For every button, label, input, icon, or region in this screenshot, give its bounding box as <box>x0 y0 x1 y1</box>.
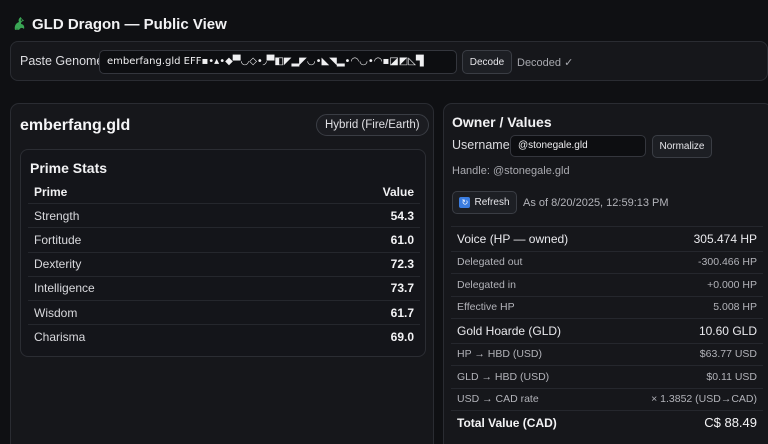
value-amount: -300.466 HP <box>698 256 757 269</box>
value-label: USD → CAD rate <box>457 393 539 406</box>
stat-value: 72.3 <box>390 257 414 272</box>
value-label: Voice (HP — owned) <box>457 231 569 246</box>
genome-label: Paste Genome <box>20 54 104 68</box>
values-list: Voice (HP — owned) 305.474 HP Delegated … <box>451 226 763 435</box>
stats-title: Prime Stats <box>30 160 108 176</box>
dragon-card: emberfang.gld Hybrid (Fire/Earth) Prime … <box>10 103 434 444</box>
table-row: Intelligence 73.7 <box>28 277 420 301</box>
as-of-timestamp: As of 8/20/2025, 12:59:13 PM <box>523 197 669 209</box>
dragon-icon <box>14 17 25 30</box>
list-item: HP → HBD (USD) $63.77 USD <box>451 342 763 366</box>
value-amount: +0.000 HP <box>707 278 757 291</box>
value-amount: $63.77 USD <box>699 348 757 361</box>
owner-title: Owner / Values <box>452 114 552 130</box>
dragon-name: emberfang.gld <box>20 117 131 134</box>
value-amount: 305.474 HP <box>693 231 757 246</box>
table-row: Dexterity 72.3 <box>28 253 420 277</box>
table-row: Strength 54.3 <box>28 204 420 229</box>
total-value-row: Total Value (CAD) C$ 88.49 <box>451 410 763 435</box>
stat-name: Intelligence <box>34 281 95 296</box>
list-item: GLD → HBD (USD) $0.11 USD <box>451 365 763 388</box>
list-item: Voice (HP — owned) 305.474 HP <box>451 226 763 251</box>
value-amount: 10.60 GLD <box>698 323 757 338</box>
value-amount: $0.11 USD <box>706 370 757 383</box>
normalize-button[interactable]: Normalize <box>652 135 712 158</box>
stat-value: 73.7 <box>390 281 414 296</box>
type-badge: Hybrid (Fire/Earth) <box>316 114 429 136</box>
value-amount: 5.008 HP <box>713 301 757 314</box>
table-row: Fortitude 61.0 <box>28 228 420 253</box>
handle-text: Handle: @stonegale.gld <box>452 165 570 177</box>
stat-name: Dexterity <box>34 257 82 272</box>
decode-button[interactable]: Decode <box>462 50 512 74</box>
owner-values-card: Owner / Values Username @stonegale.gld N… <box>443 103 768 444</box>
list-item: Gold Hoarde (GLD) 10.60 GLD <box>451 318 763 343</box>
table-row: Charisma 69.0 <box>28 325 420 349</box>
list-item: Effective HP 5.008 HP <box>451 295 763 319</box>
value-label: Delegated in <box>457 278 516 291</box>
refresh-label: Refresh <box>474 197 510 208</box>
col-prime-header: Prime <box>34 184 68 199</box>
username-input[interactable]: @stonegale.gld <box>510 135 646 157</box>
app-header: GLD Dragon — Public View <box>12 13 227 35</box>
stats-table: Prime Value Strength 54.3 Fortitude 61.0… <box>28 180 420 349</box>
username-label: Username <box>452 138 510 152</box>
value-label: HP → HBD (USD) <box>457 348 542 361</box>
value-label: Delegated out <box>457 256 523 269</box>
list-item: USD → CAD rate × 1.3852 (USD→CAD) <box>451 387 763 411</box>
refresh-icon: ↻ <box>459 197 471 208</box>
stats-header-row: Prime Value <box>28 180 420 205</box>
stat-name: Charisma <box>34 330 86 345</box>
stat-name: Fortitude <box>34 232 82 247</box>
value-label: GLD → HBD (USD) <box>457 370 550 383</box>
stat-name: Wisdom <box>34 305 78 320</box>
app-title: GLD Dragon — Public View <box>32 15 227 33</box>
value-label: Effective HP <box>457 301 515 314</box>
col-value-header: Value <box>382 184 414 199</box>
value-label: Gold Hoarde (GLD) <box>457 323 562 338</box>
refresh-button[interactable]: ↻ Refresh <box>452 191 517 214</box>
genome-input[interactable]: emberfang.gld EFF▪•▴•◆▀◡◇•◞▀◧◤▂◤◡•◣◥▂•◠◡… <box>99 50 457 74</box>
decoded-status: Decoded ✓ <box>517 57 574 69</box>
stat-name: Strength <box>34 208 80 223</box>
prime-stats-panel: Prime Stats Prime Value Strength 54.3 Fo… <box>20 149 426 357</box>
stat-value: 54.3 <box>390 208 414 223</box>
genome-bar: Paste Genome emberfang.gld EFF▪•▴•◆▀◡◇•◞… <box>10 41 768 81</box>
stat-value: 61.7 <box>390 305 414 320</box>
value-label: Total Value (CAD) <box>457 415 557 430</box>
stat-value: 61.0 <box>390 232 414 247</box>
stat-value: 69.0 <box>390 330 414 345</box>
table-row: Wisdom 61.7 <box>28 301 420 326</box>
list-item: Delegated out -300.466 HP <box>451 250 763 274</box>
value-amount: × 1.3852 (USD→CAD) <box>651 393 757 406</box>
value-amount: C$ 88.49 <box>704 415 757 431</box>
list-item: Delegated in +0.000 HP <box>451 273 763 296</box>
